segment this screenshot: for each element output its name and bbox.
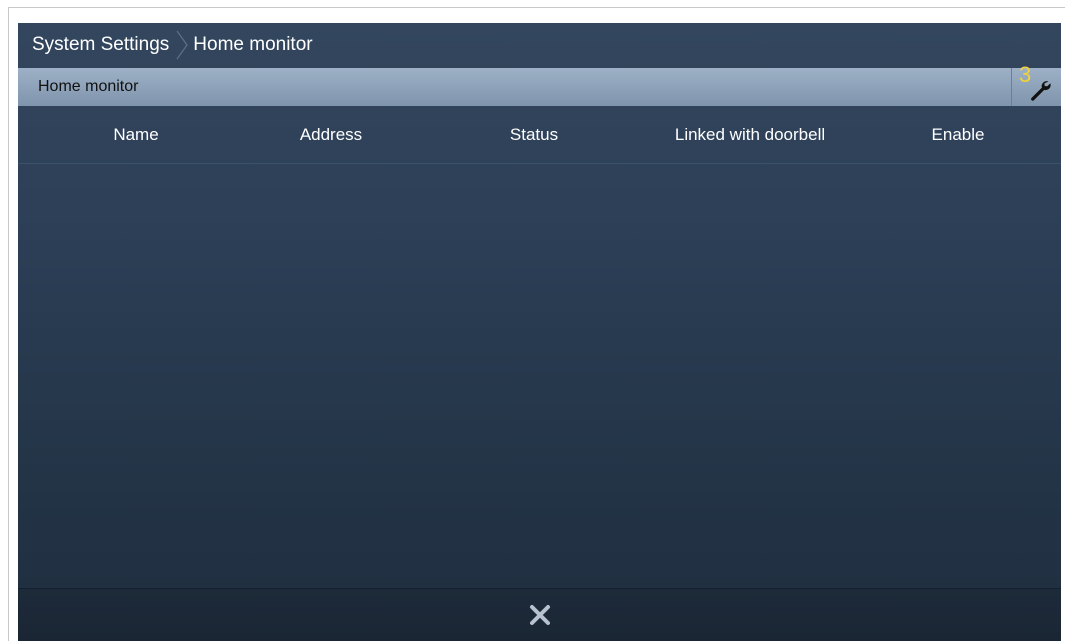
breadcrumb-item-system-settings[interactable]: System Settings bbox=[32, 34, 169, 56]
column-header-name: Name bbox=[113, 125, 159, 144]
breadcrumb-item-home-monitor: Home monitor bbox=[193, 34, 313, 55]
panel-header: Home monitor bbox=[18, 68, 1011, 106]
table-header: Name Address Status Linked with doorbell… bbox=[18, 113, 1061, 164]
footer-bar bbox=[18, 588, 1061, 641]
settings-tool-button[interactable]: 3 bbox=[1011, 62, 1061, 106]
column-header-linked-with-doorbell: Linked with doorbell bbox=[674, 125, 826, 144]
home-monitor-screen: System Settings Home monitor Home monito… bbox=[18, 23, 1061, 641]
breadcrumb-separator-icon bbox=[176, 30, 189, 60]
column-header-status: Status bbox=[509, 125, 559, 144]
column-header-address: Address bbox=[299, 125, 363, 144]
breadcrumb: System Settings Home monitor bbox=[18, 23, 1061, 67]
close-icon[interactable] bbox=[527, 602, 553, 628]
panel-title: Home monitor bbox=[38, 78, 139, 95]
column-header-enable: Enable bbox=[931, 125, 985, 144]
device-list bbox=[18, 164, 1061, 588]
wrench-icon bbox=[1031, 81, 1051, 101]
